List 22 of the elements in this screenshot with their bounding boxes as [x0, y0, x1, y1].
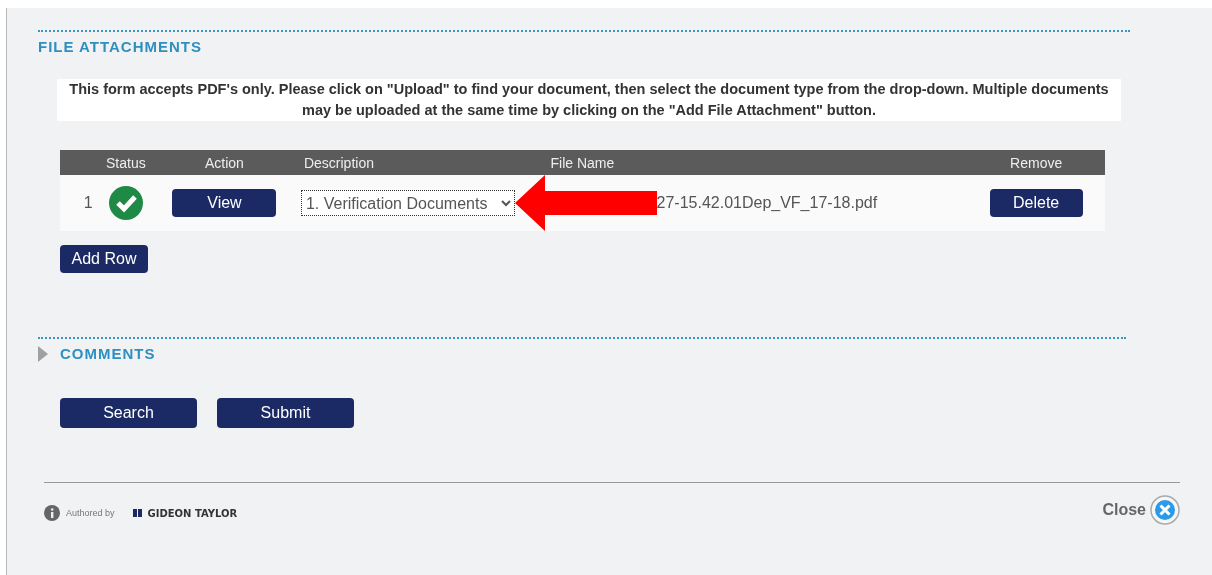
submit-button[interactable]: Submit: [217, 398, 354, 428]
close-icon: [1150, 495, 1180, 525]
brand-logo-icon: [132, 509, 142, 517]
column-header: Action: [205, 154, 244, 171]
column-header: File Name: [550, 154, 615, 171]
file-name: 27-15.42.01Dep_VF_17-18.pdf: [656, 194, 878, 212]
expand-triangle-icon[interactable]: [38, 345, 48, 362]
document-type-dropdown[interactable]: 1. Verification Documents: [300, 190, 515, 216]
section-title: FILE ATTACHMENTS: [38, 38, 203, 55]
row-number: 1: [83, 194, 93, 211]
instructions-text: This form accepts PDF's only. Please click on "Upload" to find your document, then select the document type from the drop-down. Multiple documents may be uploaded at the same time by clicking on the "Add File Attachment" button.: [57, 79, 1121, 121]
brand-name: GIDEON TAYLOR: [147, 507, 238, 519]
close-button[interactable]: Close: [1102, 495, 1180, 525]
add-row-button[interactable]: Add Row: [60, 245, 148, 273]
search-button[interactable]: Search: [60, 398, 197, 428]
authored-by-text: Authored by: [66, 508, 115, 518]
delete-button[interactable]: Delete: [989, 189, 1083, 217]
info-icon: [44, 505, 60, 521]
column-header: Description: [303, 154, 374, 171]
column-header: Remove: [1010, 154, 1063, 171]
column-header: Status: [106, 154, 146, 171]
view-button[interactable]: View: [172, 189, 277, 217]
